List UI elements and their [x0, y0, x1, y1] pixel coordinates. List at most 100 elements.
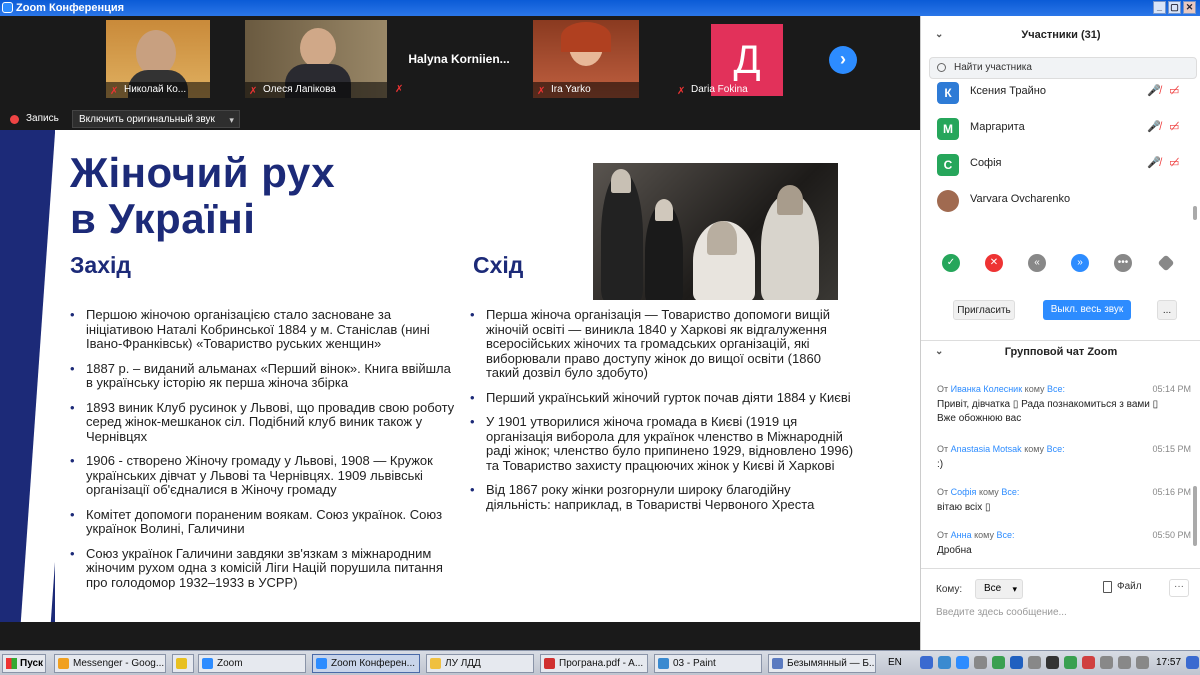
video-off-icon[interactable]: ▭̸: [1169, 120, 1179, 133]
video-tile[interactable]: Д ✗ Daria Fokina: [673, 20, 797, 98]
msg-sender[interactable]: Анна: [951, 530, 972, 540]
chat-input[interactable]: Введите здесь сообщение...: [936, 607, 1067, 618]
participant-row[interactable]: С Софія 🎤̸ ▭̸: [921, 150, 1191, 180]
zoom-icon: [202, 658, 213, 669]
list-item: Перша жіноча організація — Товариство до…: [470, 307, 855, 381]
paint-icon: [658, 658, 669, 669]
start-label: Пуск: [20, 658, 44, 669]
taskbar-item[interactable]: Zoom: [198, 654, 306, 673]
original-sound-label: Включить оригинальный звук: [79, 114, 215, 125]
taskbar-item[interactable]: ЛУ ЛДД: [426, 654, 534, 673]
tray-icon[interactable]: [992, 656, 1005, 669]
zoom-icon: [316, 658, 327, 669]
tray-icon[interactable]: [1100, 656, 1113, 669]
participant-row[interactable]: Varvara Ovcharenko: [921, 186, 1191, 216]
no-icon[interactable]: ✕: [985, 254, 1003, 272]
taskbar-item[interactable]: [172, 654, 194, 673]
invite-button[interactable]: Пригласить: [953, 300, 1015, 320]
chat-more-button[interactable]: ···: [1169, 579, 1189, 597]
chevron-down-icon[interactable]: ⌄: [935, 22, 943, 48]
tray-icon[interactable]: [1186, 656, 1199, 669]
original-sound-button[interactable]: Включить оригинальный звук ▾: [72, 110, 240, 128]
clock[interactable]: 17:57: [1156, 657, 1181, 668]
window-title: Zoom Конференция: [16, 2, 125, 14]
close-button[interactable]: ✕: [1183, 1, 1196, 14]
chevron-down-icon: ▾: [1012, 584, 1017, 594]
scrollbar[interactable]: [1193, 206, 1197, 220]
tile-name: Николай Ко...: [124, 84, 187, 95]
list-item: 1887 р. – виданий альманах «Перший вінок…: [70, 361, 455, 391]
file-button[interactable]: Файл: [1103, 581, 1142, 593]
tray-icon[interactable]: [1064, 656, 1077, 669]
historical-photo: [593, 163, 838, 300]
scrollbar[interactable]: [1193, 486, 1197, 546]
taskbar-item[interactable]: Zoom Конферен...: [312, 654, 420, 673]
taskbar-item[interactable]: Програна.pdf - A...: [540, 654, 648, 673]
slower-icon[interactable]: «: [1028, 254, 1046, 272]
list-item: Комітет допомоги пораненим воякам. Союз …: [70, 507, 455, 537]
taskbar-label: Безымянный — Б...: [787, 658, 876, 669]
more-options-button[interactable]: ...: [1157, 300, 1177, 320]
more-icon[interactable]: •••: [1114, 254, 1132, 272]
tray-icon[interactable]: [956, 656, 969, 669]
tray-icon[interactable]: [920, 656, 933, 669]
volume-icon[interactable]: [1118, 656, 1131, 669]
yes-icon[interactable]: ✓: [942, 254, 960, 272]
video-tile[interactable]: Halyna Korniien... ✗: [391, 20, 527, 98]
msg-from-prefix: От: [937, 444, 949, 454]
west-list: Першою жіночою організацією стало заснов…: [70, 307, 455, 600]
participant-name: Софія: [970, 157, 1002, 169]
tray-icon[interactable]: [1082, 656, 1095, 669]
msg-text: вітаю всіх ▯: [937, 502, 991, 513]
taskbar: Пуск Messenger - Goog... Zoom Zoom Конфе…: [0, 650, 1200, 675]
video-tile[interactable]: ✗ Олеся Лапікова: [245, 20, 387, 98]
language-indicator[interactable]: EN: [888, 657, 902, 668]
tray-icon[interactable]: [1046, 656, 1059, 669]
video-off-icon[interactable]: ▭̸: [1169, 156, 1179, 169]
chat-title: Групповой чат Zoom: [1004, 346, 1118, 358]
east-list: Перша жіноча організація — Товариство до…: [470, 307, 855, 522]
network-icon[interactable]: [1136, 656, 1149, 669]
tray-icon[interactable]: [1028, 656, 1041, 669]
participant-search-input[interactable]: Найти участника: [929, 57, 1197, 79]
video-tile[interactable]: ✗ Ira Yarko: [533, 20, 639, 98]
video-tile[interactable]: ✗ Николай Ко...: [106, 20, 210, 98]
mute-all-button[interactable]: Выкл. весь звук: [1043, 300, 1131, 320]
faster-icon[interactable]: »: [1071, 254, 1089, 272]
tray-icon[interactable]: [1010, 656, 1023, 669]
muted-mic-icon[interactable]: 🎤̸: [1147, 84, 1161, 97]
taskbar-item[interactable]: Безымянный — Б...: [768, 654, 876, 673]
tray-icon[interactable]: [974, 656, 987, 669]
next-page-button[interactable]: ›: [829, 46, 857, 74]
chat-footer: Кому: Все ▾ Файл ··· Введите здесь сообщ…: [921, 568, 1200, 650]
tile-name: Daria Fokina: [691, 84, 748, 95]
msg-from-prefix: От: [937, 487, 949, 497]
to-label: Кому:: [936, 584, 963, 595]
msg-sender[interactable]: Иванка Колесник: [951, 384, 1023, 394]
participant-row[interactable]: К Ксения Трайно 🎤̸ ▭̸: [921, 78, 1191, 108]
taskbar-item[interactable]: Messenger - Goog...: [54, 654, 166, 673]
chat-message: От Софія кому Все: 05:16 PM вітаю всіх ▯: [937, 487, 1191, 515]
msg-recipient: Все:: [1047, 384, 1066, 394]
minimize-button[interactable]: _: [1153, 1, 1166, 14]
recording-indicator[interactable]: Запись: [10, 111, 59, 127]
taskbar-label: 03 - Paint: [673, 658, 716, 669]
chat-message: От Anastasia Motsak кому Все: 05:15 PM :): [937, 444, 1191, 472]
file-label: Файл: [1117, 581, 1142, 592]
slide-title-line: в Україні: [70, 195, 256, 242]
muted-mic-icon[interactable]: 🎤̸: [1147, 156, 1161, 169]
msg-sender[interactable]: Софія: [951, 487, 977, 497]
start-button[interactable]: Пуск: [2, 654, 46, 673]
chevron-down-icon[interactable]: ⌄: [935, 341, 943, 363]
msg-sender[interactable]: Anastasia Motsak: [951, 444, 1022, 454]
participants-title: Участники (31): [1021, 29, 1101, 41]
muted-mic-icon[interactable]: 🎤̸: [1147, 120, 1161, 133]
clear-icon[interactable]: [1157, 254, 1175, 272]
taskbar-item[interactable]: 03 - Paint: [654, 654, 762, 673]
recipient-select[interactable]: Все ▾: [975, 579, 1023, 599]
tray-icon[interactable]: [938, 656, 951, 669]
video-off-icon[interactable]: ▭̸: [1169, 84, 1179, 97]
participant-row[interactable]: М Маргарита 🎤̸ ▭̸: [921, 114, 1191, 144]
maximize-button[interactable]: ▢: [1168, 1, 1181, 14]
avatar: [937, 190, 959, 212]
